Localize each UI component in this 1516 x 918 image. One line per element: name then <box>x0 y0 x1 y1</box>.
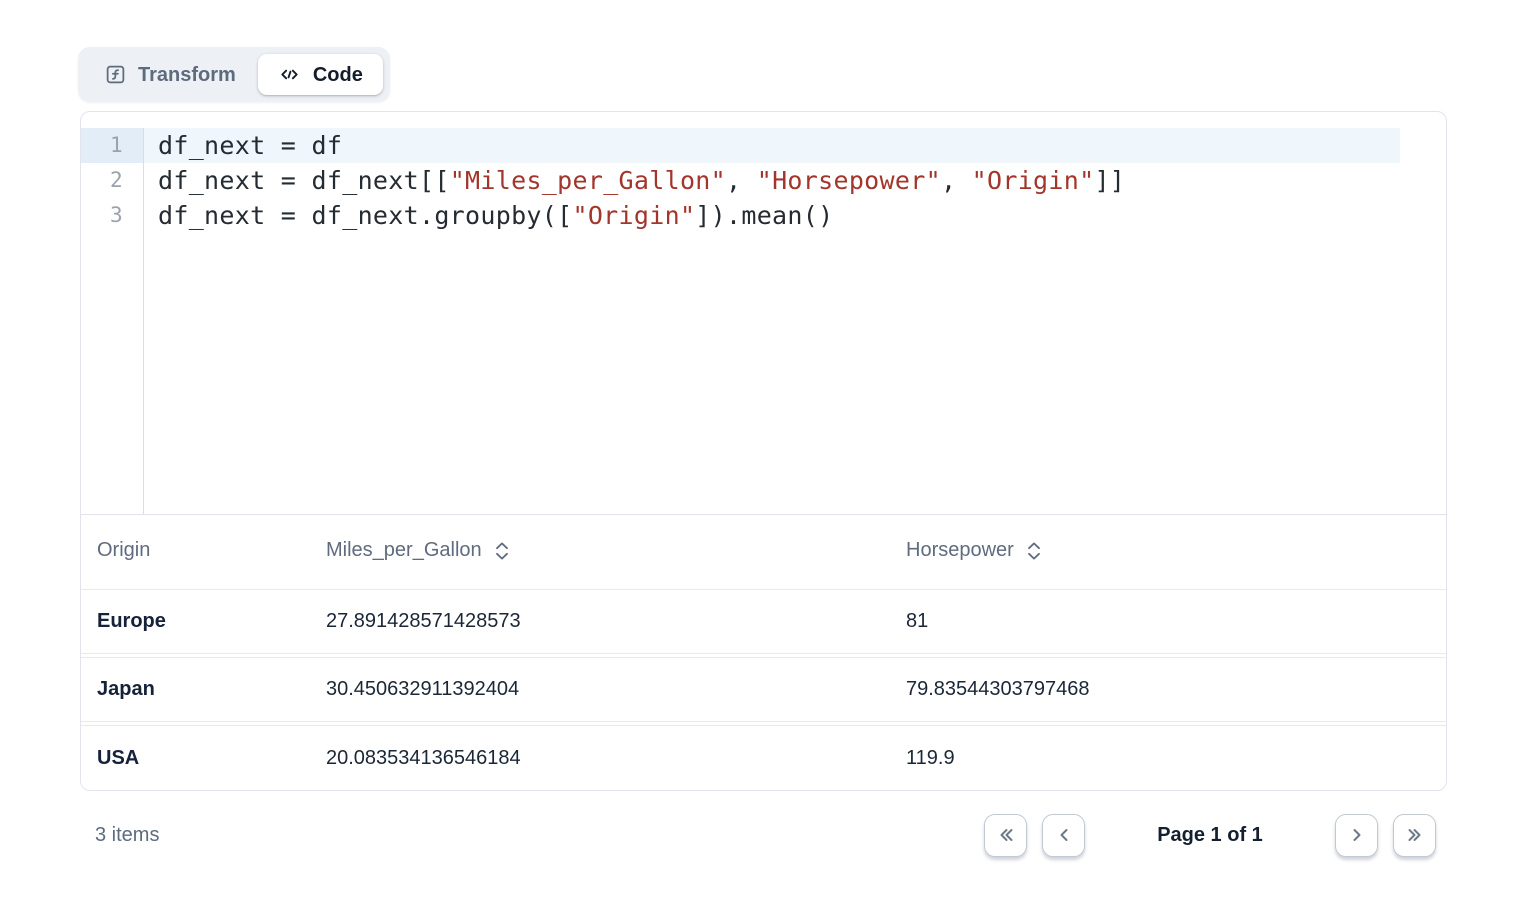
column-header-label: Origin <box>97 539 150 561</box>
function-square-icon <box>105 64 126 85</box>
line-number-gutter: 1 2 3 <box>81 128 144 514</box>
next-page-button[interactable] <box>1335 814 1378 857</box>
code-token: df_next = df_next[[ <box>158 166 450 195</box>
column-header-miles-per-gallon: Miles_per_Gallon <box>326 539 906 562</box>
tab-code[interactable]: Code <box>258 54 383 95</box>
view-toggle-group: Transform Code <box>78 47 390 102</box>
code-token-string: "Origin" <box>972 166 1095 195</box>
code-token: , <box>726 166 757 195</box>
code-brackets-icon <box>278 63 301 86</box>
app-root: Transform Code 1 2 3 df_next = df df_ <box>78 0 1447 865</box>
code-content: df_next = df df_next = df_next[["Miles_p… <box>144 128 1446 514</box>
column-header-label: Miles_per_Gallon <box>326 539 482 562</box>
table-footer: 3 items Page 1 of 1 <box>78 805 1447 865</box>
column-header-label: Horsepower <box>906 539 1014 562</box>
code-token-string: "Horsepower" <box>757 166 941 195</box>
column-header-origin: Origin <box>81 539 326 562</box>
chevron-left-icon <box>1052 823 1076 847</box>
cell-horsepower: 79.83544303797468 <box>906 678 1446 701</box>
line-number: 2 <box>81 163 143 198</box>
code-token: df_next = df <box>158 131 342 160</box>
code-line-3[interactable]: df_next = df_next.groupby(["Origin"]).me… <box>144 198 1446 233</box>
cell-miles-per-gallon: 30.450632911392404 <box>326 678 906 701</box>
code-token: df_next = df_next.groupby([ <box>158 201 572 230</box>
line-number: 3 <box>81 198 143 233</box>
table-row: Europe 27.891428571428573 81 <box>81 589 1446 654</box>
line-number: 1 <box>81 128 143 163</box>
cell-horsepower: 119.9 <box>906 747 1446 770</box>
sort-updown-icon <box>1027 541 1041 561</box>
tab-code-label: Code <box>313 65 363 85</box>
code-line-2[interactable]: df_next = df_next[["Miles_per_Gallon", "… <box>144 163 1446 198</box>
transform-panel: 1 2 3 df_next = df df_next = df_next[["M… <box>80 111 1447 791</box>
tab-transform[interactable]: Transform <box>85 55 256 94</box>
pagination: Page 1 of 1 <box>984 814 1447 857</box>
code-token: ]] <box>1094 166 1125 195</box>
first-page-button[interactable] <box>984 814 1027 857</box>
code-token: , <box>941 166 972 195</box>
items-count: 3 items <box>78 824 159 847</box>
previous-page-button[interactable] <box>1042 814 1085 857</box>
table-header-row: Origin Miles_per_Gallon Horsepower <box>81 514 1446 586</box>
table-row: Japan 30.450632911392404 79.835443037974… <box>81 657 1446 722</box>
page-indicator: Page 1 of 1 <box>1085 824 1335 847</box>
code-token-string: "Miles_per_Gallon" <box>450 166 726 195</box>
last-page-button[interactable] <box>1393 814 1436 857</box>
code-token: ]).mean() <box>695 201 833 230</box>
code-editor[interactable]: 1 2 3 df_next = df df_next = df_next[["M… <box>81 112 1446 514</box>
tab-transform-label: Transform <box>138 65 236 85</box>
cell-origin: Japan <box>81 678 326 701</box>
code-line-1[interactable]: df_next = df <box>144 128 1400 163</box>
cell-miles-per-gallon: 27.891428571428573 <box>326 610 906 633</box>
sort-control-miles-per-gallon[interactable]: Miles_per_Gallon <box>326 539 509 562</box>
double-chevron-left-icon <box>994 823 1018 847</box>
double-chevron-right-icon <box>1403 823 1427 847</box>
cell-miles-per-gallon: 20.083534136546184 <box>326 747 906 770</box>
table-row: USA 20.083534136546184 119.9 <box>81 725 1446 790</box>
cell-origin: USA <box>81 747 326 770</box>
cell-origin: Europe <box>81 610 326 633</box>
chevron-right-icon <box>1345 823 1369 847</box>
cell-horsepower: 81 <box>906 610 1446 633</box>
column-header-horsepower: Horsepower <box>906 539 1446 562</box>
sort-control-horsepower[interactable]: Horsepower <box>906 539 1041 562</box>
sort-updown-icon <box>495 541 509 561</box>
code-token-string: "Origin" <box>572 201 695 230</box>
